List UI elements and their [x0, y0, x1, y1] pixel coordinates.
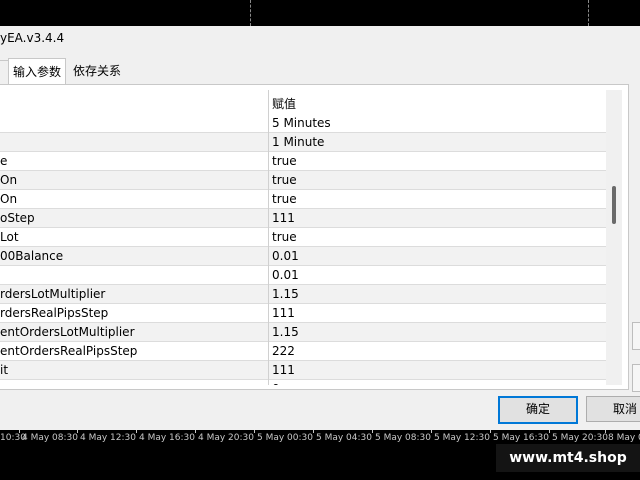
parameter-value[interactable]: true — [272, 154, 297, 168]
parameter-value[interactable]: 222 — [272, 344, 295, 358]
time-tick-label: 5 May 16:30 — [493, 433, 549, 443]
table-row[interactable]: entOrdersRealPipsStep 222 — [0, 342, 606, 361]
time-tick-label: 4 May 20:30 — [198, 433, 254, 443]
parameter-name: it — [0, 363, 9, 377]
chart-grid-line — [250, 0, 251, 26]
parameter-value[interactable]: 1.15 — [272, 287, 299, 301]
table-row[interactable]: e true — [0, 152, 606, 171]
table-row[interactable]: Lot true — [0, 228, 606, 247]
time-tick-label: 5 May 12:30 — [434, 433, 490, 443]
time-tick-mark — [372, 430, 373, 433]
value-column-header: 赋值 — [272, 97, 297, 111]
ea-properties-dialog: yEA.v3.4.4 输入参数 依存关系 赋值 5 Minutes 1 Minut… — [0, 26, 640, 430]
table-row[interactable]: it 111 — [0, 361, 606, 380]
time-tick-mark — [490, 430, 491, 433]
time-tick-mark — [195, 430, 196, 433]
parameter-value[interactable]: 1.15 — [272, 325, 299, 339]
side-button[interactable] — [632, 364, 640, 392]
table-row[interactable]: rdersLotMultiplier 1.15 — [0, 285, 606, 304]
ok-button[interactable]: 确定 — [498, 396, 578, 424]
parameter-value[interactable]: 0.01 — [272, 249, 299, 263]
parameter-name: On — [0, 192, 18, 206]
time-tick-label: 4 May 08:30 — [22, 433, 78, 443]
parameter-value[interactable]: 111 — [272, 211, 295, 225]
parameter-value[interactable]: 5 Minutes — [272, 116, 331, 130]
chart-grid-line — [588, 0, 589, 26]
time-tick-mark — [549, 430, 550, 433]
scrollbar-thumb[interactable] — [612, 186, 616, 224]
table-row[interactable]: 1 Minute — [0, 133, 606, 152]
parameters-table: 赋值 5 Minutes 1 Minute e true On true On true oSt… — [0, 90, 606, 385]
parameter-name: 00Balance — [0, 249, 64, 263]
cancel-button[interactable]: 取消 — [586, 396, 640, 422]
parameter-name: entOrdersLotMultiplier — [0, 325, 135, 339]
parameter-value[interactable]: 0 — [272, 382, 280, 385]
parameter-value[interactable]: 111 — [272, 363, 295, 377]
table-row[interactable]: entOrdersLotMultiplier 1.15 — [0, 323, 606, 342]
inputs-panel: 赋值 5 Minutes 1 Minute e true On true On true oSt… — [0, 84, 629, 390]
time-tick-label: 5 May 08:30 — [375, 433, 431, 443]
parameter-name: oStep — [0, 211, 35, 225]
parameter-value[interactable]: true — [272, 173, 297, 187]
tab-dependencies[interactable]: 依存关系 — [70, 60, 124, 84]
table-row[interactable]: 0.01 — [0, 266, 606, 285]
parameter-name: On — [0, 173, 18, 187]
time-tick-mark — [136, 430, 137, 433]
time-tick-mark — [605, 430, 606, 433]
time-tick-label: 5 May 20:30 — [552, 433, 608, 443]
table-header: 赋值 — [0, 90, 606, 114]
time-tick-mark — [254, 430, 255, 433]
parameter-value[interactable]: true — [272, 192, 297, 206]
table-row[interactable]: 5 Minutes — [0, 114, 606, 133]
parameter-name: Lot — [0, 230, 19, 244]
table-row[interactable]: rdersRealPipsStep 111 — [0, 304, 606, 323]
time-tick-label: 4 May 16:30 — [139, 433, 195, 443]
chart-time-axis: 10:30 4 May 08:30 4 May 12:30 4 May 16:30 4 … — [0, 430, 640, 480]
time-tick-label: 4 May 12:30 — [80, 433, 136, 443]
chart-area-top — [0, 0, 640, 26]
time-tick-label: 8 May 00:30 — [608, 433, 640, 443]
time-tick-mark — [77, 430, 78, 433]
time-tick-label: 5 May 00:30 — [257, 433, 313, 443]
parameter-value[interactable]: 1 Minute — [272, 135, 324, 149]
parameter-name: e — [0, 154, 8, 168]
parameter-name: entOrdersRealPipsStep — [0, 344, 138, 358]
time-tick-mark — [313, 430, 314, 433]
parameter-value[interactable]: 0.01 — [272, 268, 299, 282]
tab-inputs[interactable]: 输入参数 — [8, 58, 66, 86]
table-row[interactable]: On true — [0, 171, 606, 190]
table-row[interactable]: oStep 111 — [0, 209, 606, 228]
vertical-scrollbar[interactable] — [606, 90, 622, 385]
time-tick-mark — [431, 430, 432, 433]
watermark: www.mt4.shop — [496, 444, 640, 472]
time-tick-label: 5 May 04:30 — [316, 433, 372, 443]
parameter-name: rdersRealPipsStep — [0, 306, 109, 320]
side-button[interactable] — [632, 322, 640, 350]
tab-bar: 输入参数 依存关系 — [0, 58, 640, 86]
dialog-title: yEA.v3.4.4 — [0, 31, 65, 45]
table-row[interactable]: 0 — [0, 380, 606, 385]
time-tick-mark — [19, 430, 20, 433]
parameter-value[interactable]: 111 — [272, 306, 295, 320]
parameter-value[interactable]: true — [272, 230, 297, 244]
table-row[interactable]: 00Balance 0.01 — [0, 247, 606, 266]
table-row[interactable]: On true — [0, 190, 606, 209]
parameter-name: rdersLotMultiplier — [0, 287, 106, 301]
column-separator[interactable] — [268, 90, 269, 385]
